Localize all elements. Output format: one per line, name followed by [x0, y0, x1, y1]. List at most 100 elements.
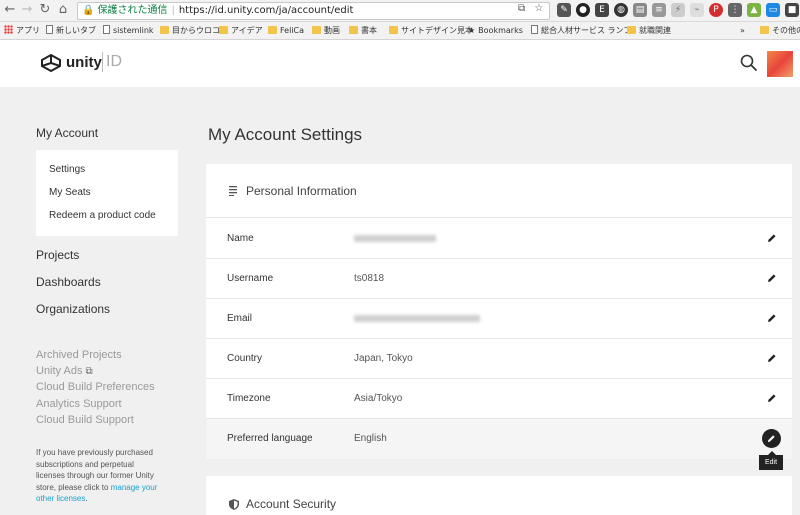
logo-divider — [102, 52, 103, 72]
note-line: subscriptions and perpetual — [36, 459, 134, 469]
folder-icon — [219, 26, 228, 34]
folder-icon — [349, 26, 358, 34]
field-row-timezone: Timezone Asia/Tokyo — [206, 379, 792, 419]
field-row-country: Country Japan, Tokyo — [206, 339, 792, 379]
avatar[interactable] — [767, 51, 793, 77]
forward-icon[interactable]: → — [19, 2, 35, 18]
logo-text[interactable]: unity — [66, 54, 102, 71]
bookmark-item[interactable]: 新しいタブ — [46, 22, 96, 39]
edit-pencil-icon[interactable] — [767, 353, 777, 363]
folder-icon — [312, 26, 321, 34]
bookmark-item[interactable]: 就職関連 — [627, 22, 671, 39]
extension-pinterest-icon[interactable]: P — [709, 3, 723, 17]
extension-doc-icon[interactable]: ▤ — [633, 3, 647, 17]
bookmark-label: アイデア — [231, 26, 263, 35]
bookmark-label: 総合人材サービス ランフ — [541, 26, 632, 35]
extension-circle-icon[interactable]: ● — [576, 3, 590, 17]
extension-dots-icon[interactable]: ⋮ — [728, 3, 742, 17]
bookmark-item[interactable]: アイデア — [219, 22, 263, 39]
field-label: Email — [227, 313, 253, 324]
bookmark-star-icon[interactable]: ☆ — [534, 3, 543, 14]
bookmark-item[interactable]: ★ Bookmarks — [468, 22, 523, 39]
extension-pen-icon[interactable]: ✎ — [557, 3, 571, 17]
sidebar-item-dashboards[interactable]: Dashboards — [36, 275, 101, 289]
browser-toolbar: ← → ↻ ⌂ 🔒 保護された通信 | https://id.unity.com/ja… — [0, 0, 800, 22]
bookmark-item[interactable]: 総合人材サービス ランフ — [531, 22, 632, 39]
extension-screen-icon[interactable]: ■ — [785, 3, 799, 17]
bookmark-item[interactable]: サイトデザイン見本 — [389, 22, 473, 39]
field-row-username: Username ts0818 — [206, 259, 792, 299]
star-icon: ★ — [468, 26, 476, 35]
edit-pencil-icon — [767, 435, 775, 443]
bookmark-apps[interactable]: アプリ — [4, 22, 40, 39]
external-link-icon: ⧉ — [85, 366, 93, 377]
bookmark-label: 書本 — [361, 26, 377, 35]
sidebar-item-redeem[interactable]: Redeem a product code — [49, 210, 156, 221]
page-icon — [46, 25, 53, 34]
sidebar-item-projects[interactable]: Projects — [36, 248, 79, 262]
redacted-value — [354, 315, 480, 322]
home-icon[interactable]: ⌂ — [55, 2, 71, 18]
extension-globe-icon[interactable]: ◍ — [614, 3, 628, 17]
manage-licenses-link[interactable]: manage your — [111, 483, 158, 492]
bookmark-label: その他の — [772, 26, 800, 35]
sidebar-item-analytics-support[interactable]: Analytics Support — [36, 398, 122, 410]
field-row-email: Email — [206, 299, 792, 339]
sidebar-submenu: Settings My Seats Redeem a product code — [36, 150, 178, 236]
extension-android-icon[interactable]: ▲ — [747, 3, 761, 17]
translate-icon[interactable]: ⧉ — [518, 3, 525, 14]
sidebar-item-cloud-build-support[interactable]: Cloud Build Support — [36, 414, 134, 426]
field-value: ts0818 — [354, 273, 385, 284]
note-line: licenses through our former Unity — [36, 471, 154, 480]
extension-rss-icon[interactable]: ⌁ — [690, 3, 704, 17]
site-header: unity ID — [0, 40, 800, 87]
extension-bars-icon[interactable]: ≡ — [652, 3, 666, 17]
lock-icon: 🔒 — [82, 5, 95, 16]
edit-pencil-icon[interactable] — [767, 273, 777, 283]
sidebar-item-settings[interactable]: Settings — [49, 164, 85, 175]
back-icon[interactable]: ← — [2, 2, 18, 18]
bookmark-other[interactable]: その他の — [760, 22, 800, 39]
bookmarks-bar: アプリ 新しいタブ sistemlink 目からウロコ アイデア FeliCa … — [0, 22, 800, 40]
edit-pencil-icon[interactable] — [767, 393, 777, 403]
sidebar-item-unity-ads[interactable]: Unity Ads ⧉ — [36, 365, 93, 377]
account-security-card: Account Security — [206, 476, 792, 515]
extension-bolt-icon[interactable]: ⚡ — [671, 3, 685, 17]
folder-icon — [627, 26, 636, 34]
list-icon — [229, 186, 237, 196]
sidebar-title[interactable]: My Account — [36, 126, 98, 140]
bookmark-overflow[interactable]: » — [740, 22, 745, 39]
sidebar-item-cloud-build-preferences[interactable]: Cloud Build Preferences — [36, 381, 155, 393]
section-header: Personal Information — [206, 164, 792, 218]
bookmark-item[interactable]: 書本 — [349, 22, 377, 39]
edit-button[interactable] — [762, 429, 781, 448]
sidebar-item-archived-projects[interactable]: Archived Projects — [36, 349, 122, 361]
search-icon[interactable] — [740, 54, 758, 72]
bookmark-label: 動画 — [324, 26, 340, 35]
unity-logo-icon[interactable] — [40, 54, 62, 72]
page-title: My Account Settings — [208, 125, 363, 144]
legacy-license-note: If you have previously purchased subscri… — [36, 447, 181, 505]
personal-information-card: Personal Information Name Username ts081… — [206, 164, 792, 459]
sidebar-item-my-seats[interactable]: My Seats — [49, 187, 91, 198]
overflow-label: » — [740, 26, 745, 35]
extension-evernote-icon[interactable]: E — [595, 3, 609, 17]
extension-window-icon[interactable]: ▭ — [766, 3, 780, 17]
bookmark-item[interactable]: 目からウロコ — [160, 22, 220, 39]
reload-icon[interactable]: ↻ — [37, 2, 53, 18]
note-end: . — [85, 494, 88, 503]
bookmark-item[interactable]: 動画 — [312, 22, 340, 39]
field-label: Timezone — [227, 393, 271, 404]
url-text: https://id.unity.com/ja/account/edit — [178, 5, 354, 16]
redacted-value — [354, 235, 436, 242]
address-bar[interactable]: 🔒 保護された通信 | https://id.unity.com/ja/account… — [77, 2, 550, 20]
edit-pencil-icon[interactable] — [767, 313, 777, 323]
edit-pencil-icon[interactable] — [767, 233, 777, 243]
bookmark-item[interactable]: sistemlink — [103, 22, 154, 39]
shield-icon — [229, 499, 239, 510]
sidebar-item-organizations[interactable]: Organizations — [36, 302, 110, 316]
field-row-preferred-language: Preferred language English — [206, 419, 792, 459]
manage-licenses-link-cont[interactable]: other licenses — [36, 494, 85, 503]
bookmark-item[interactable]: FeliCa — [268, 22, 304, 39]
field-value: Japan, Tokyo — [354, 353, 413, 364]
